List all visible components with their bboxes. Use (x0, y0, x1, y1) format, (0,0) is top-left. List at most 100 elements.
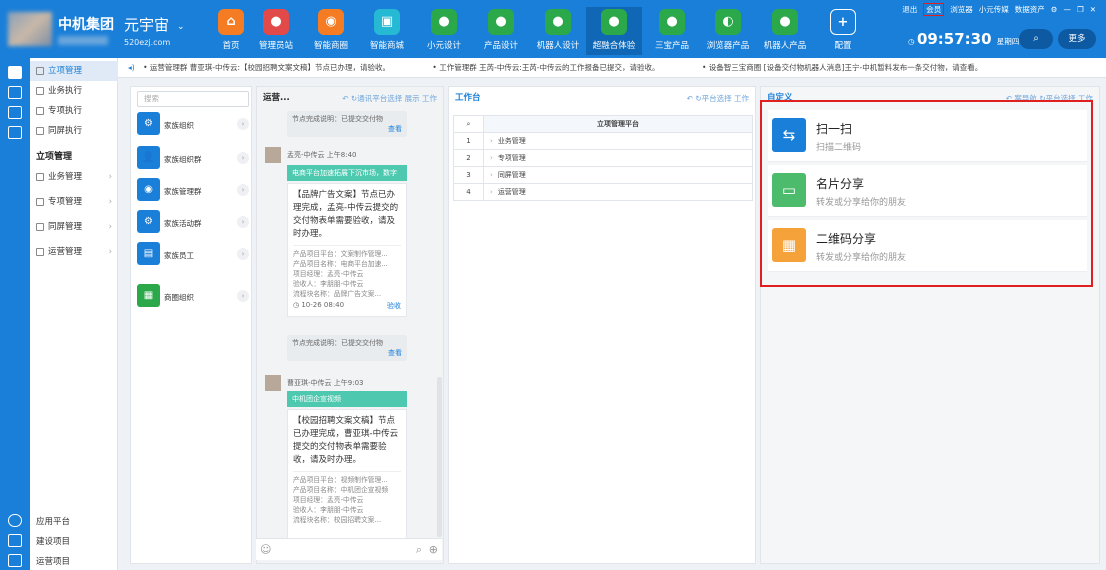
platform-select-link[interactable]: ↻通讯平台选择 (351, 94, 402, 103)
nav-item-5[interactable]: ● 小元设计 (416, 7, 472, 55)
family-item[interactable]: ⚙ 家族组织 › (137, 111, 249, 137)
chevron-right-icon: › (490, 154, 493, 162)
brand-dropdown-icon[interactable]: ⌄ (177, 22, 185, 32)
table-row[interactable]: 1 › 业务管理 (453, 132, 753, 150)
clock-time: 09:57:30 (916, 30, 992, 48)
member-link[interactable]: 会员 (923, 2, 945, 16)
table-row[interactable]: 2 › 专项管理 (453, 149, 753, 167)
chevron-right-icon[interactable]: › (237, 152, 249, 164)
brand-title[interactable]: 元宇宙 (124, 14, 169, 35)
emoji-icon[interactable]: ☺ (260, 543, 271, 556)
nav-item-6[interactable]: ● 产品设计 (473, 7, 529, 55)
sidenav-item-special-mgmt[interactable]: 专项管理 › (30, 192, 118, 212)
table-header-row: ⌕ 立项管理平台 (453, 115, 753, 133)
chat-input-bar[interactable]: ☺ ⌕ ⊕ (256, 538, 442, 560)
ticker-item[interactable]: • 工作管理群 王芮-中传云:王芮-中传云的工作报备已提交，请验收。 (432, 63, 659, 72)
quick-action-item[interactable]: ▦ 二维码分享 转发或分享给你的朋友 (768, 220, 1087, 272)
ticker-item[interactable]: • 运营管理群 曹亚琪-中传云:【校园招聘文案文稿】节点已办理，请验收。 (143, 63, 390, 72)
chevron-right-icon[interactable]: › (237, 118, 249, 130)
data-assets-link[interactable]: 数据资产 (1015, 4, 1045, 15)
bottom-item-operations[interactable]: 运营项目 (36, 555, 70, 567)
nav-item-11[interactable]: ● 机器人产品 (757, 7, 813, 55)
sidenav-item-ops-mgmt[interactable]: 运营管理 › (30, 242, 118, 262)
brand-url: 520ezj.com (124, 38, 171, 47)
work-link[interactable]: 工作 (734, 94, 749, 103)
checkbox-icon (36, 66, 44, 75)
nav-icon: + (830, 9, 856, 35)
nav-item-10[interactable]: ◐ 浏览器产品 (700, 7, 756, 55)
more-button[interactable]: 更多 (1058, 29, 1096, 49)
nav-item-9[interactable]: ● 三宝产品 (644, 7, 700, 55)
screen-icon[interactable] (8, 106, 22, 119)
sidenav-item-project[interactable]: 立项管理 (30, 61, 118, 81)
back-icon[interactable]: ↶ (342, 94, 348, 103)
platform-select-link[interactable]: ↻平台选择 (695, 94, 731, 103)
quick-action-item[interactable]: ⇆ 扫一扫 扫描二维码 (768, 110, 1087, 162)
work-link[interactable]: 工作 (422, 94, 437, 103)
edit-icon[interactable] (8, 126, 22, 139)
family-item[interactable]: ⚙ 家族活动群 › (137, 209, 249, 235)
search-button[interactable]: ⌕ (1019, 29, 1053, 49)
search-icon[interactable]: ⌕ (453, 115, 484, 133)
chevron-right-icon[interactable]: › (237, 184, 249, 196)
search-icon[interactable]: ⌕ (416, 543, 422, 557)
sidenav-item-business-mgmt[interactable]: 业务管理 › (30, 167, 118, 187)
accept-link[interactable]: 验收 (387, 301, 401, 311)
avatar[interactable] (265, 375, 281, 391)
media-link[interactable]: 小元传媒 (979, 4, 1009, 15)
nav-item-8[interactable]: ● 超融合体验 (586, 7, 642, 55)
nav-item-2[interactable]: ● 管理员站 (248, 7, 304, 55)
org-avatar[interactable] (8, 12, 52, 46)
family-item[interactable]: 👤 家族组织群 › (137, 145, 249, 171)
family-item[interactable]: ◉ 家族管理群 › (137, 177, 249, 203)
nav-item-4[interactable]: ▣ 智能商城 (359, 7, 415, 55)
ticker-item[interactable]: • 设备智三宝商圈 [设备交付物机器人消息]王宁-中机暂料发布一条交付物，请查看… (702, 63, 982, 72)
add-icon[interactable]: ⊕ (429, 543, 438, 556)
left-icon-bar (0, 58, 30, 570)
family-label: 家族组织群 (164, 155, 202, 164)
briefcase-icon[interactable] (8, 66, 22, 79)
back-icon[interactable]: ↶ (687, 94, 693, 103)
sidenav-item-special-exec[interactable]: 专项执行 (30, 101, 118, 121)
monitor-icon[interactable] (8, 86, 22, 99)
close-icon[interactable]: ✕ (1090, 5, 1096, 14)
camera-icon[interactable] (8, 554, 22, 567)
minimize-icon[interactable]: — (1063, 5, 1071, 14)
family-label: 家族组织 (164, 121, 194, 130)
family-search-input[interactable]: 搜索 (137, 91, 249, 107)
message-banner[interactable]: 中机团企宣视频 (287, 391, 407, 407)
sidenav-item-business-exec[interactable]: 业务执行 (30, 81, 118, 101)
nav-item-12[interactable]: + 配置 (815, 7, 871, 55)
bottom-item-app-platform[interactable]: 应用平台 (36, 515, 70, 527)
nav-item-7[interactable]: ● 机器人设计 (530, 7, 586, 55)
view-link[interactable]: 查看 (292, 124, 402, 134)
grid-icon[interactable] (8, 534, 22, 547)
view-link[interactable]: 查看 (292, 348, 402, 358)
chat-scrollbar[interactable] (437, 377, 442, 537)
nav-item-3[interactable]: ◉ 智能商圈 (303, 7, 359, 55)
message-banner[interactable]: 电商平台加速拓展下沉市场，数字 (287, 165, 407, 181)
family-panel: 搜索 ⚙ 家族组织 › 👤 家族组织群 › ◉ 家族管理群 › ⚙ 家族活动群 › ▤ 家族员工 › ▦ 商圈组… (130, 86, 252, 564)
family-label: 家族管理群 (164, 187, 202, 196)
quick-action-item[interactable]: ▭ 名片分享 转发或分享给你的朋友 (768, 165, 1087, 217)
settings-icon[interactable]: ⚙ (1051, 5, 1058, 14)
chevron-right-icon[interactable]: › (237, 290, 249, 302)
display-link[interactable]: 展示 (405, 94, 420, 103)
avatar[interactable] (265, 147, 281, 163)
browser-link[interactable]: 浏览器 (950, 4, 973, 15)
chevron-right-icon[interactable]: › (237, 248, 249, 260)
table-row[interactable]: 4 › 运营管理 (453, 183, 753, 201)
family-label: 商圈组织 (164, 293, 194, 302)
family-item[interactable]: ▤ 家族员工 › (137, 241, 249, 267)
sidenav-item-sync-exec[interactable]: 同屏执行 (30, 121, 118, 141)
restore-icon[interactable]: ❐ (1077, 5, 1084, 14)
family-item[interactable]: ▦ 商圈组织 › (137, 283, 249, 309)
cube-icon[interactable] (8, 514, 22, 527)
nav-icon: ● (488, 9, 514, 35)
chevron-right-icon[interactable]: › (237, 216, 249, 228)
nav-icon: ⌂ (218, 9, 244, 35)
exit-link[interactable]: 退出 (902, 4, 917, 15)
sidenav-item-sync-mgmt[interactable]: 同屏管理 › (30, 217, 118, 237)
bottom-item-construction[interactable]: 建设项目 (36, 535, 70, 547)
table-row[interactable]: 3 › 同屏管理 (453, 166, 753, 184)
